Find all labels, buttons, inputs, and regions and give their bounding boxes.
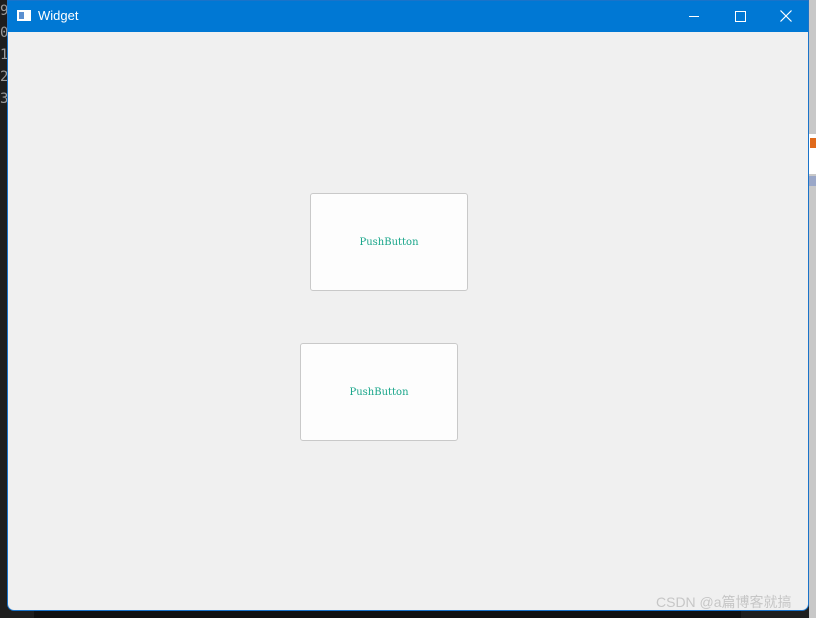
title-bar[interactable]: Widget [8,1,808,32]
watermark-text: CSDN @a篇博客就搞 [656,594,792,610]
push-button-2[interactable]: PushButton [300,343,458,441]
minimize-icon [689,16,699,17]
window-title: Widget [38,8,79,23]
close-icon [780,10,792,22]
minimize-button[interactable] [671,1,717,32]
maximize-button[interactable] [717,1,763,32]
push-button-1[interactable]: PushButton [310,193,468,291]
app-window-icon [17,10,31,21]
background-thumbnail-2 [809,176,816,186]
taskbar-fragment [34,611,741,618]
maximize-icon [735,11,746,22]
close-button[interactable] [763,1,808,32]
background-app-strip [809,0,816,618]
background-thumbnail [809,134,816,174]
widget-window: Widget PushButton PushButton [7,0,809,611]
